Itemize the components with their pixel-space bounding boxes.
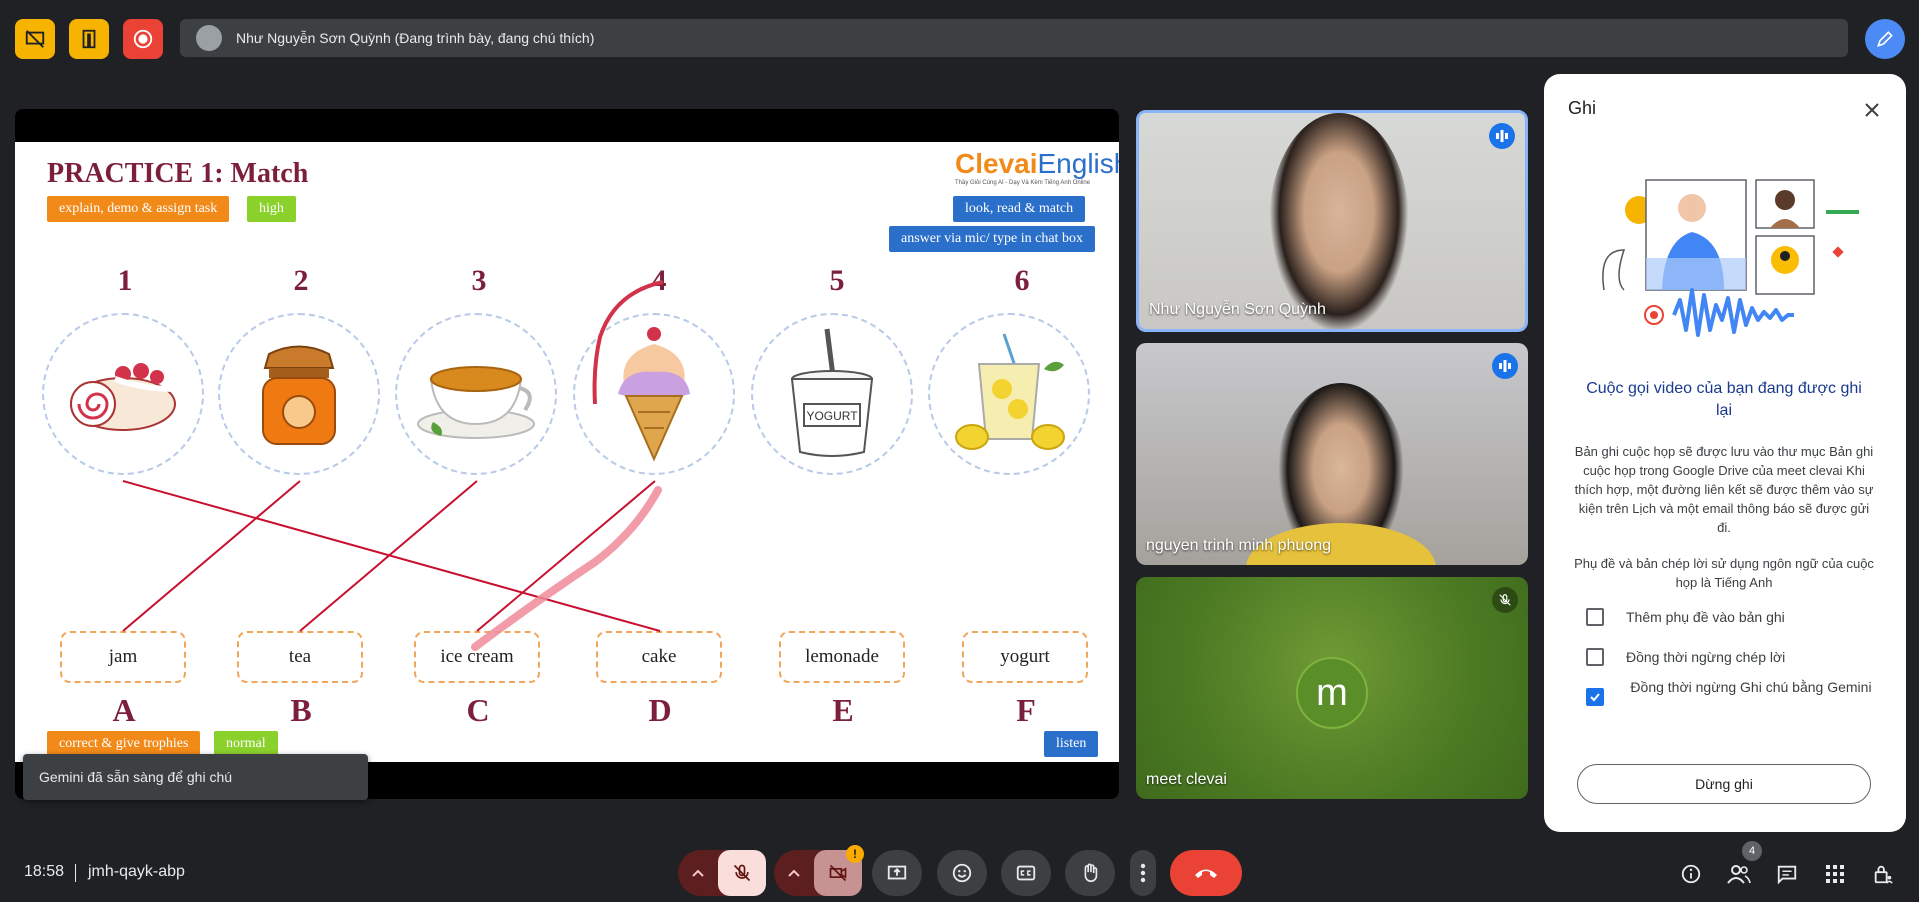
audio-wave-icon bbox=[1496, 130, 1508, 142]
meeting-code: jmh-qayk-abp bbox=[88, 863, 185, 880]
match-line-1-d bbox=[122, 480, 661, 632]
recording-heading: Cuộc gọi video của bạn đang được ghi lại bbox=[1586, 380, 1862, 419]
participant-name-2: nguyen trinh minh phuong bbox=[1146, 537, 1332, 554]
footer-divider bbox=[75, 864, 76, 882]
present-off-icon bbox=[25, 30, 45, 48]
record-icon bbox=[133, 29, 153, 49]
meeting-info-button[interactable] bbox=[1678, 861, 1704, 887]
mic-off-icon bbox=[1499, 594, 1511, 606]
annotate-button[interactable] bbox=[1865, 19, 1905, 59]
language-description: Phụ đề và bản chép lời sử dụng ngôn ngữ … bbox=[1574, 556, 1874, 590]
apps-grid-icon bbox=[1826, 865, 1844, 883]
speaking-indicator-2 bbox=[1492, 353, 1518, 379]
activities-button[interactable] bbox=[1822, 861, 1848, 887]
stop-gemini-notes-label: Đồng thời ngừng Ghi chú bằng Gemini bbox=[1630, 679, 1872, 695]
stop-recording-button[interactable]: Dừng ghi bbox=[1577, 764, 1871, 804]
participant-avatar-3: m bbox=[1296, 657, 1368, 729]
mic-options-button[interactable] bbox=[678, 869, 718, 877]
more-options-button[interactable] bbox=[1130, 850, 1156, 896]
gemini-toast: Gemini đã sẵn sàng để ghi chú bbox=[23, 754, 368, 800]
hand-icon bbox=[1084, 863, 1098, 882]
people-button[interactable] bbox=[1726, 861, 1752, 887]
stop-transcript-checkbox[interactable] bbox=[1586, 648, 1604, 666]
panel-title: Ghi bbox=[1568, 98, 1597, 118]
participant-name-1: Như Nguyễn Sơn Quỳnh bbox=[1149, 301, 1326, 318]
participant-name-3: meet clevai bbox=[1146, 771, 1227, 788]
check-icon bbox=[1590, 693, 1600, 702]
people-icon bbox=[1727, 865, 1751, 884]
match-line-3-b bbox=[299, 480, 478, 632]
camera-off-icon bbox=[829, 864, 847, 882]
host-controls-button[interactable] bbox=[1870, 861, 1896, 887]
door-icon bbox=[82, 29, 96, 49]
camera-options-button[interactable] bbox=[774, 869, 814, 877]
lock-person-icon bbox=[1874, 865, 1893, 884]
mic-control-group bbox=[678, 850, 766, 896]
pen-stroke-top bbox=[592, 280, 664, 405]
stop-presenting-button[interactable] bbox=[15, 19, 55, 59]
add-captions-label: Thêm phụ đề vào bản ghi bbox=[1626, 609, 1785, 625]
clock: 18:58 bbox=[24, 863, 65, 880]
info-icon bbox=[1681, 864, 1701, 884]
stop-gemini-notes-checkbox[interactable] bbox=[1586, 688, 1604, 706]
pen-icon bbox=[1877, 31, 1893, 47]
participant-tile-2[interactable]: nguyen trinh minh phuong bbox=[1136, 343, 1528, 565]
emoji-icon bbox=[952, 863, 972, 883]
raise-hand-button[interactable] bbox=[1065, 850, 1115, 896]
stop-transcript-label: Đồng thời ngừng chép lời bbox=[1626, 649, 1786, 665]
captions-button[interactable] bbox=[1001, 850, 1051, 896]
participant-tile-1[interactable]: Như Nguyễn Sơn Quỳnh bbox=[1136, 110, 1528, 332]
recording-description: Bản ghi cuộc họp sẽ được lưu vào thư mục… bbox=[1574, 444, 1874, 535]
room-button[interactable] bbox=[69, 19, 109, 59]
mic-toggle-button[interactable] bbox=[718, 850, 766, 896]
annotation-layer bbox=[122, 280, 664, 651]
captions-icon bbox=[1016, 865, 1036, 881]
match-line-4-c bbox=[476, 480, 656, 632]
chat-button[interactable] bbox=[1774, 861, 1800, 887]
shared-screen: PRACTICE 1: Match explain, demo & assign… bbox=[15, 109, 1119, 799]
leave-call-button[interactable] bbox=[1170, 850, 1242, 896]
presenter-avatar bbox=[196, 25, 222, 51]
more-vert-icon bbox=[1140, 863, 1146, 883]
mic-off-indicator-3 bbox=[1492, 587, 1518, 613]
mic-off-icon bbox=[733, 864, 751, 882]
chevron-up-icon bbox=[692, 869, 704, 877]
recording-button[interactable] bbox=[123, 19, 163, 59]
call-end-icon bbox=[1195, 869, 1217, 878]
slide: PRACTICE 1: Match explain, demo & assign… bbox=[15, 142, 1119, 762]
presenter-bar: Như Nguyễn Sơn Quỳnh (Đang trình bày, đa… bbox=[180, 19, 1848, 57]
close-icon bbox=[1865, 103, 1879, 117]
participant-tile-3[interactable]: m meet clevai bbox=[1136, 577, 1528, 799]
participant-video-1 bbox=[1269, 113, 1409, 329]
present-screen-icon bbox=[887, 865, 907, 880]
close-panel-button[interactable] bbox=[1858, 96, 1886, 124]
reactions-button[interactable] bbox=[937, 850, 987, 896]
present-screen-button[interactable] bbox=[872, 850, 922, 896]
recording-illustration bbox=[1602, 179, 1859, 337]
people-count-badge: 4 bbox=[1742, 841, 1762, 861]
add-captions-checkbox[interactable] bbox=[1586, 608, 1604, 626]
camera-warning-badge: ! bbox=[846, 845, 864, 863]
match-line-2-a bbox=[122, 480, 301, 632]
recording-panel: Ghi Cuộc gọi video của bạn đang được ghi… bbox=[1544, 74, 1906, 832]
audio-wave-icon bbox=[1499, 360, 1511, 372]
chevron-up-icon bbox=[788, 869, 800, 877]
speaking-indicator-1 bbox=[1489, 123, 1515, 149]
chat-icon bbox=[1777, 865, 1797, 885]
presenter-status: Như Nguyễn Sơn Quỳnh (Đang trình bày, đa… bbox=[236, 30, 595, 46]
